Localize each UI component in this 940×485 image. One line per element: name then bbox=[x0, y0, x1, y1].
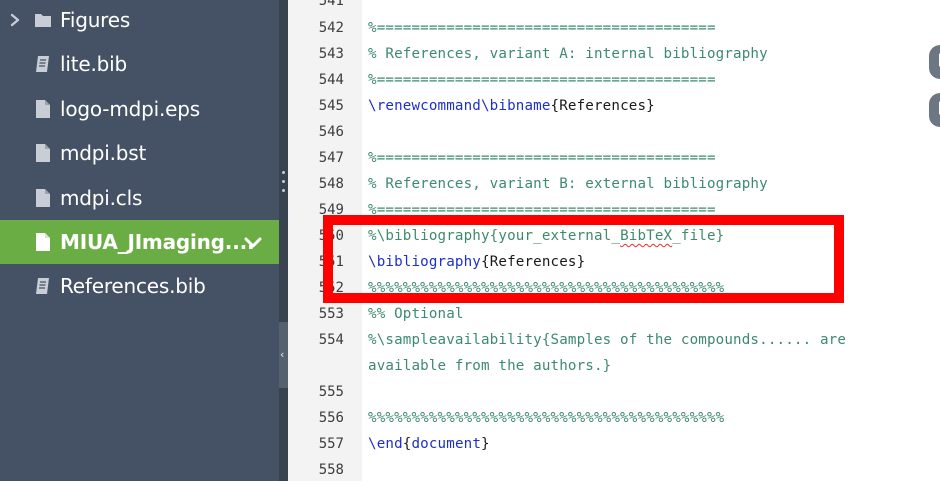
folder-icon bbox=[35, 14, 51, 27]
code-text: % References, variant A: internal biblio… bbox=[368, 46, 768, 62]
line-number: 555 bbox=[318, 384, 344, 400]
line-number: 554 bbox=[318, 332, 344, 348]
code-line: 547 %====================================… bbox=[288, 147, 940, 173]
code-line: 544 %====================================… bbox=[288, 69, 940, 95]
line-number: 557 bbox=[318, 436, 344, 452]
file-icon bbox=[36, 189, 50, 207]
edge-toggle-button[interactable] bbox=[929, 45, 940, 79]
code-line-wrap: available from the authors.} bbox=[288, 355, 940, 381]
file-icon bbox=[36, 233, 50, 251]
line-number: 545 bbox=[318, 98, 344, 114]
line-number: 547 bbox=[318, 150, 344, 166]
edge-toggle-button[interactable] bbox=[929, 93, 940, 127]
line-number: 549 bbox=[318, 202, 344, 218]
code-text: %\sampleavailability{Samples of the comp… bbox=[368, 332, 847, 348]
latex-argument: {References} bbox=[550, 98, 655, 114]
code-text: %======================================= bbox=[368, 202, 716, 218]
file-tree-item-figures[interactable]: Figures bbox=[0, 0, 279, 42]
file-tree-item-mdpi-cls[interactable]: mdpi.cls bbox=[0, 176, 279, 220]
bib-file-icon bbox=[36, 278, 49, 294]
code-line: 543 % References, variant A: internal bib… bbox=[288, 43, 940, 69]
code-text: %======================================= bbox=[368, 150, 716, 166]
latex-argument: {References} bbox=[481, 254, 586, 270]
line-number: 546 bbox=[318, 124, 344, 140]
code-text: \bibliography{References} bbox=[368, 254, 585, 270]
line-number: 544 bbox=[318, 72, 344, 88]
code-line: 554 %\sampleavailability{Samples of the c… bbox=[288, 329, 940, 355]
splitter-grip-dot bbox=[282, 171, 285, 174]
bib-file-icon bbox=[36, 56, 49, 72]
file-tree-sidebar: Figures lite.bib logo-mdpi.eps mdpi.bst … bbox=[0, 0, 279, 481]
file-tree-item-label: mdpi.cls bbox=[60, 186, 143, 210]
code-line: 555 bbox=[288, 381, 940, 407]
line-number: 541 bbox=[318, 0, 344, 9]
code-line: 552%%%%%%%%%%%%%%%%%%%%%%%%%%%%%%%%%%%%%… bbox=[288, 277, 940, 303]
file-tree-item-mdpi-bst[interactable]: mdpi.bst bbox=[0, 131, 279, 175]
line-number: 543 bbox=[318, 46, 344, 62]
code-line: 557 \end{document} bbox=[288, 433, 940, 459]
code-line: 546 bbox=[288, 121, 940, 147]
code-line: 542 %====================================… bbox=[288, 17, 940, 43]
code-line: 550 %\bibliography{your_external_BibTeX_f… bbox=[288, 225, 940, 251]
file-tree-item-label: MIUA_JImaging.... bbox=[60, 230, 255, 254]
latex-command: \end bbox=[368, 436, 403, 452]
splitter-grip-dot bbox=[282, 180, 285, 183]
code-fragment: _file} bbox=[672, 228, 725, 244]
chevron-right-icon[interactable] bbox=[8, 11, 22, 29]
line-number: 553 bbox=[318, 306, 344, 322]
code-text: %\bibliography{your_external_BibTeX_file… bbox=[368, 228, 724, 244]
line-number: 550 bbox=[318, 228, 344, 244]
collapse-sidebar-button[interactable]: ‹ bbox=[279, 322, 288, 388]
line-number: 542 bbox=[318, 20, 344, 36]
code-text: %% Optional bbox=[368, 306, 464, 322]
code-editor[interactable]: 541 542 %================================… bbox=[288, 0, 940, 481]
file-tree-item-label: logo-mdpi.eps bbox=[60, 97, 200, 121]
file-tree-item-label: References.bib bbox=[60, 274, 206, 298]
file-icon bbox=[36, 100, 50, 118]
file-tree-item-label: lite.bib bbox=[60, 52, 127, 76]
latex-argument: document bbox=[411, 436, 482, 452]
file-tree-item-references-bib[interactable]: References.bib bbox=[0, 264, 279, 308]
code-text: available from the authors.} bbox=[368, 358, 612, 374]
code-line: 551 \bibliography{References} bbox=[288, 251, 940, 277]
code-text: %======================================= bbox=[368, 20, 716, 36]
code-text: %%%%%%%%%%%%%%%%%%%%%%%%%%%%%%%%%%%%%%%%… bbox=[368, 410, 725, 426]
code-line: 553 %% Optional bbox=[288, 303, 940, 329]
line-number: 551 bbox=[318, 254, 344, 270]
panel-splitter[interactable] bbox=[279, 0, 288, 481]
code-text: %%%%%%%%%%%%%%%%%%%%%%%%%%%%%%%%%%%%%%%%… bbox=[368, 280, 725, 296]
line-number: 558 bbox=[318, 462, 344, 478]
file-tree-item-label: Figures bbox=[60, 8, 131, 32]
latex-command: \bibliography bbox=[368, 254, 481, 270]
code-line: 548 % References, variant B: external bib… bbox=[288, 173, 940, 199]
splitter-grip-dot bbox=[282, 189, 285, 192]
code-line: 541 bbox=[288, 0, 940, 16]
file-tree-item-lite-bib[interactable]: lite.bib bbox=[0, 42, 279, 86]
code-line: 545 \renewcommand\bibname{References} bbox=[288, 95, 940, 121]
file-tree-item-miua-jimaging[interactable]: MIUA_JImaging.... bbox=[0, 220, 279, 264]
code-text: %======================================= bbox=[368, 72, 716, 88]
code-line: 556%%%%%%%%%%%%%%%%%%%%%%%%%%%%%%%%%%%%%… bbox=[288, 407, 940, 433]
file-tree-item-logo-mdpi-eps[interactable]: logo-mdpi.eps bbox=[0, 87, 279, 131]
code-line: 549 %====================================… bbox=[288, 199, 940, 225]
code-fragment: %\bibliography{your_external_ bbox=[368, 228, 621, 244]
line-number: 548 bbox=[318, 176, 344, 192]
file-tree-item-label: mdpi.bst bbox=[60, 141, 147, 165]
code-text: % References, variant B: external biblio… bbox=[368, 176, 768, 192]
spelling-error[interactable]: BibTeX bbox=[620, 228, 672, 244]
latex-command: \renewcommand\bibname bbox=[368, 98, 551, 114]
latex-brace: } bbox=[481, 436, 490, 452]
code-text: \end{document} bbox=[368, 436, 490, 452]
code-line: 558 bbox=[288, 459, 940, 485]
chevron-down-icon[interactable] bbox=[243, 233, 263, 251]
chevron-left-icon: ‹ bbox=[280, 348, 285, 361]
file-icon bbox=[36, 144, 50, 162]
line-number: 552 bbox=[318, 280, 344, 296]
line-number: 556 bbox=[318, 410, 344, 426]
code-text: \renewcommand\bibname{References} bbox=[368, 98, 655, 114]
